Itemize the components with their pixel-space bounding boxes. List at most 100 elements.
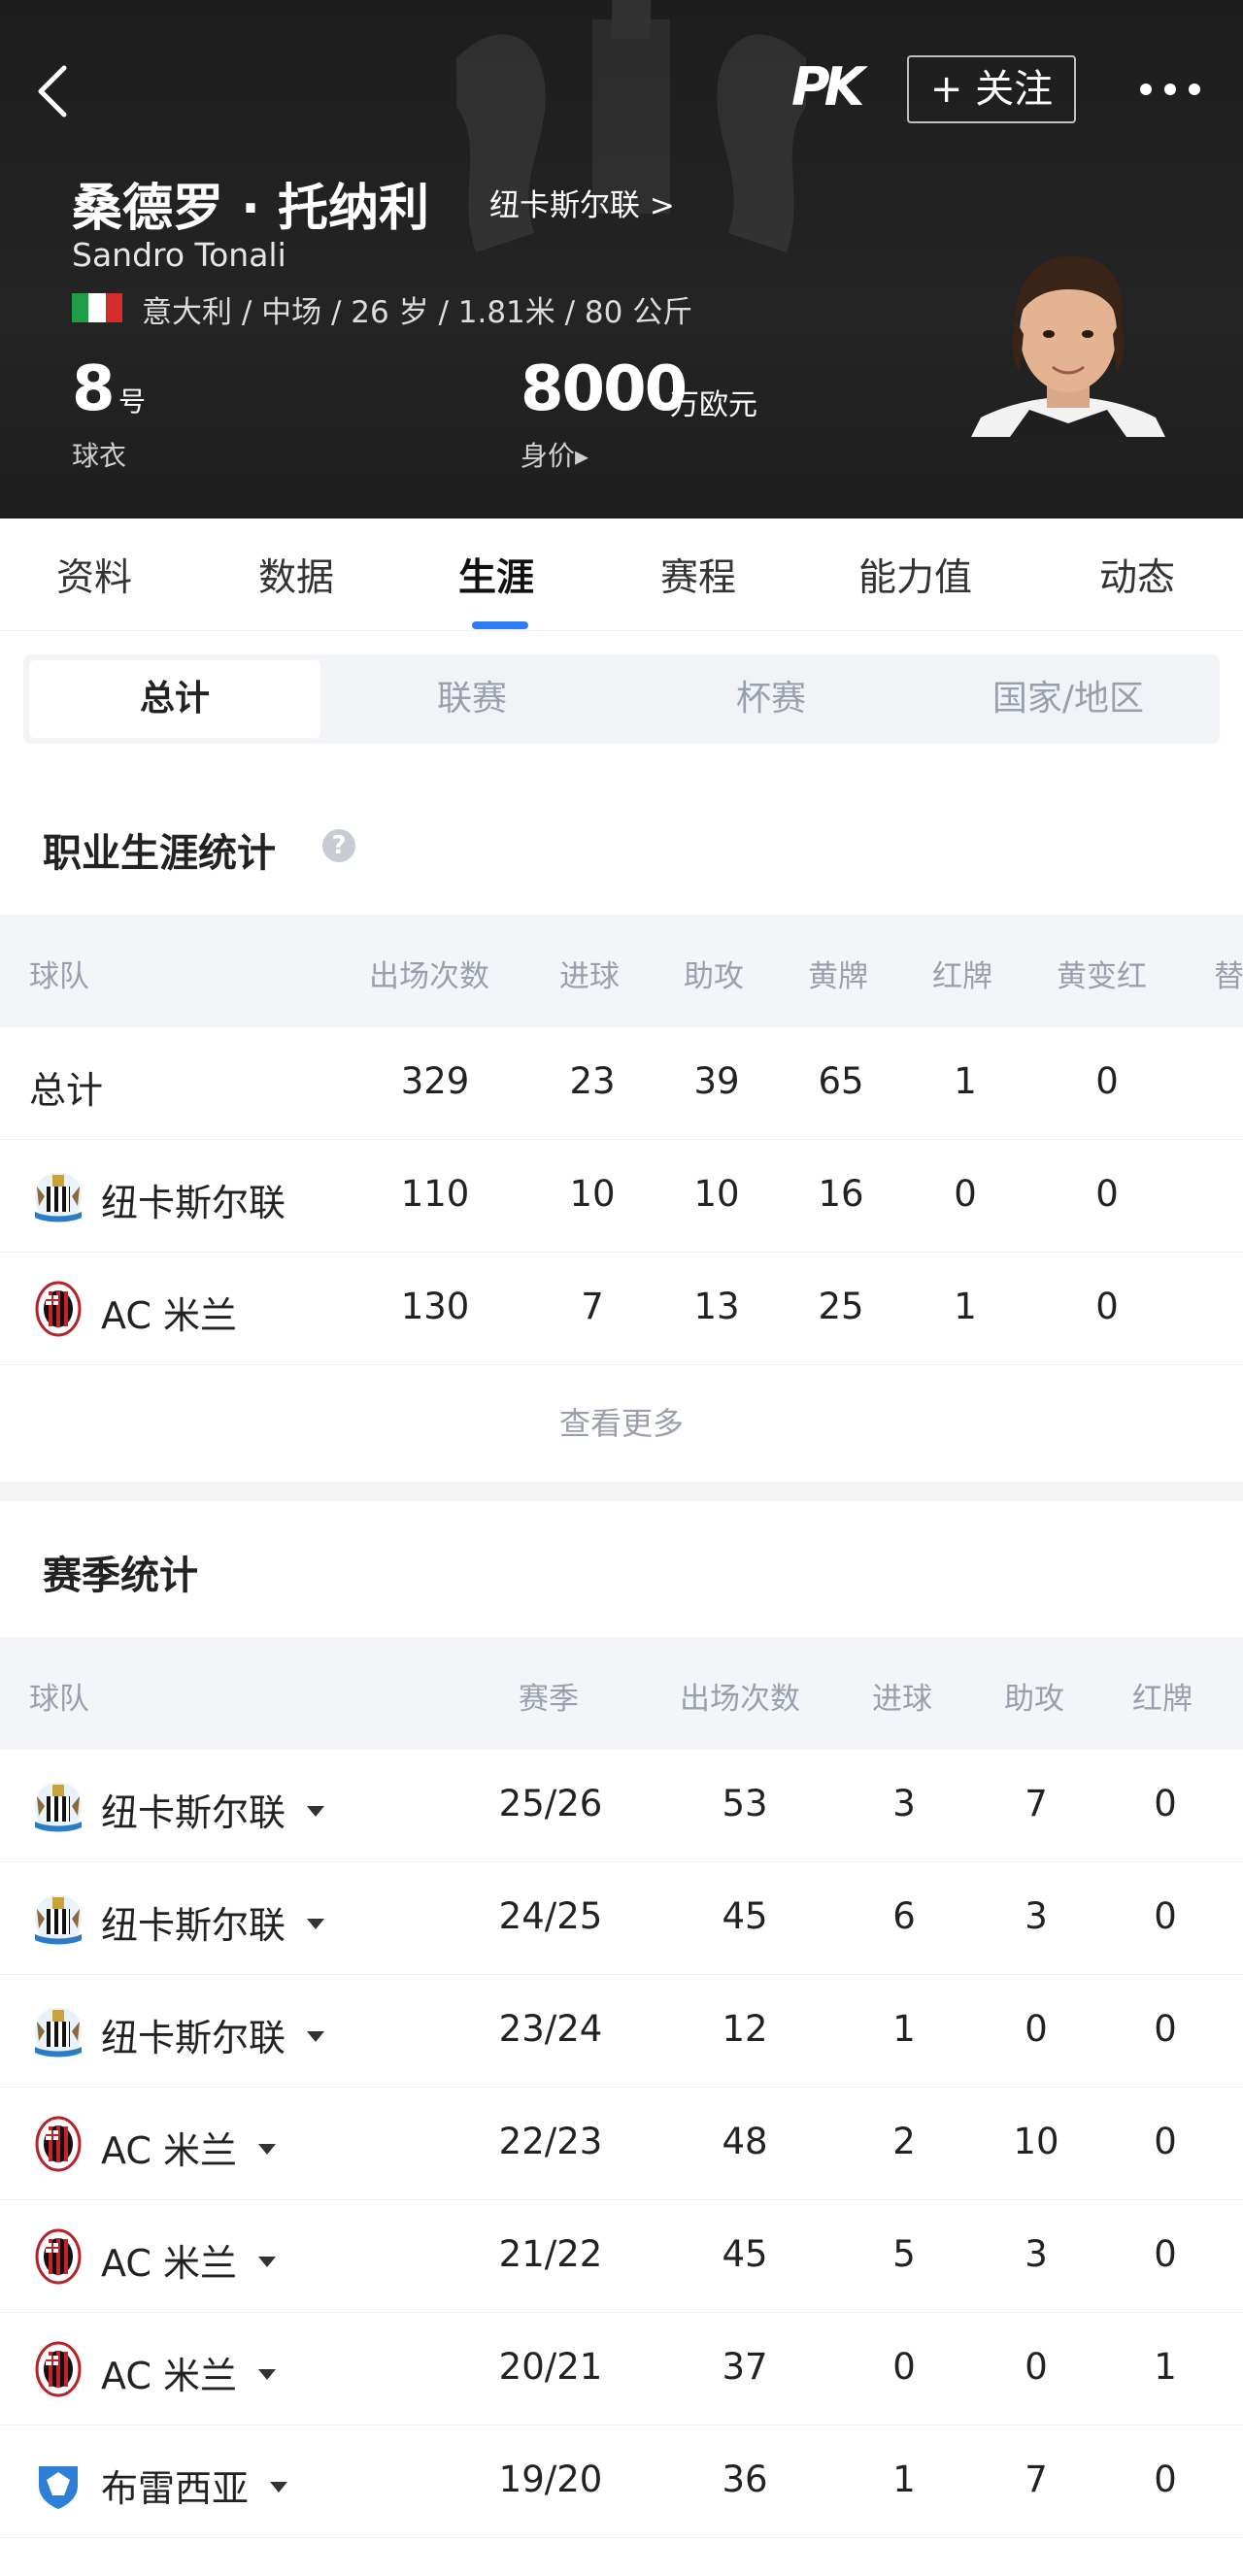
career-row[interactable]: 纽卡斯尔联 110 10 10 16 0 0	[0, 1140, 1243, 1253]
segment-league[interactable]: 联赛	[326, 660, 618, 738]
follow-button[interactable]: + 关注	[907, 55, 1076, 123]
yellow-cards: 25	[818, 1286, 864, 1327]
goals: 3	[892, 1783, 916, 1824]
col-red: 红牌	[932, 959, 992, 994]
apps: 36	[722, 2459, 768, 2500]
ac-milan-crest-icon	[35, 2228, 82, 2285]
jersey-unit: 号	[118, 385, 147, 418]
goals: 6	[892, 1895, 916, 1937]
col-apps: 出场次数	[369, 959, 489, 994]
col-assists: 助攻	[1004, 1682, 1064, 1717]
chevron-down-icon[interactable]	[257, 2369, 276, 2380]
segment-cup[interactable]: 杯赛	[625, 660, 917, 738]
col-second-yellow: 黄变红	[1057, 959, 1147, 994]
career-row[interactable]: AC 米兰 130 7 13 25 1 0	[0, 1253, 1243, 1365]
assists: 3	[1025, 2233, 1048, 2275]
team-name: 布雷西亚	[101, 2459, 288, 2512]
goals: 2	[892, 2121, 916, 2162]
pk-logo: PK	[791, 56, 864, 117]
player-info: 意大利 / 中场 / 26 岁 / 1.81米 / 80 公斤	[142, 295, 693, 330]
back-button[interactable]	[29, 60, 78, 122]
career-stats-title: 职业生涯统计	[43, 831, 276, 876]
team-name: 纽卡斯尔联	[101, 1895, 325, 1949]
player-header: PK + 关注 桑德罗 · 托纳利 纽卡斯尔联 > Sandro Tonali …	[0, 0, 1243, 519]
col-team: 球队	[29, 1682, 89, 1717]
market-value-link[interactable]: 身价▸	[521, 435, 588, 474]
second-yellow: 0	[1095, 1286, 1119, 1327]
season: 22/23	[498, 2121, 603, 2162]
red-cards: 0	[1154, 2121, 1177, 2162]
apps: 45	[722, 2233, 768, 2275]
newcastle-crest-icon	[35, 1173, 82, 1222]
col-goals: 进球	[559, 959, 620, 994]
col-season: 赛季	[519, 1682, 579, 1717]
col-goals: 进球	[872, 1682, 932, 1717]
chevron-down-icon[interactable]	[270, 2482, 288, 2492]
apps: 12	[722, 2008, 768, 2050]
assists: 0	[1025, 2008, 1048, 2050]
player-name-en: Sandro Tonali	[72, 236, 286, 274]
apps: 45	[722, 1895, 768, 1937]
market-value-unit: 万欧元	[670, 388, 757, 422]
help-icon[interactable]: ?	[322, 829, 355, 862]
chevron-down-icon[interactable]	[257, 2257, 276, 2267]
season-row[interactable]: AC 米兰 22/23 48 2 10 0	[0, 2088, 1243, 2200]
tab-career[interactable]: 生涯	[458, 548, 534, 602]
tab-ability[interactable]: 能力值	[858, 548, 972, 602]
season-row[interactable]: AC 米兰 20/21 37 0 0 1	[0, 2313, 1243, 2425]
tab-schedule[interactable]: 赛程	[660, 548, 736, 602]
apps: 329	[400, 1060, 470, 1102]
season: 25/26	[498, 1783, 603, 1824]
red-cards: 1	[954, 1060, 977, 1102]
ac-milan-crest-icon	[35, 2116, 82, 2172]
club-link[interactable]: 纽卡斯尔联 >	[489, 181, 675, 224]
see-more-link[interactable]: 查看更多	[0, 1367, 1243, 1480]
second-yellow: 0	[1095, 1060, 1119, 1102]
chevron-down-icon[interactable]	[307, 2031, 325, 2042]
season-row[interactable]: 纽卡斯尔联 23/24 12 1 0 0	[0, 1975, 1243, 2088]
goals: 5	[892, 2233, 916, 2275]
section-divider	[0, 1482, 1243, 1501]
season-row[interactable]: 纽卡斯尔联 24/25 45 6 3 0	[0, 1862, 1243, 1975]
assists: 39	[693, 1060, 740, 1102]
tab-profile[interactable]: 资料	[56, 548, 132, 602]
assists: 13	[693, 1286, 740, 1327]
red-cards: 0	[1154, 2008, 1177, 2050]
brescia-crest-icon	[39, 2457, 78, 2509]
yellow-cards: 16	[818, 1173, 864, 1215]
red-cards: 1	[954, 1286, 977, 1327]
assists: 7	[1025, 1783, 1048, 1824]
season-row[interactable]: AC 米兰 21/22 45 5 3 0	[0, 2200, 1243, 2313]
stats-scope-segment: 总计 联赛 杯赛 国家/地区	[23, 654, 1220, 744]
more-icon[interactable]	[1136, 70, 1204, 109]
player-photo	[971, 255, 1165, 437]
season-row[interactable]: 布雷西亚 19/20 36 1 7 0	[0, 2425, 1243, 2538]
col-team: 球队	[29, 959, 89, 994]
jersey-label: 球衣	[72, 440, 127, 472]
tab-news[interactable]: 动态	[1099, 548, 1175, 602]
col-red: 红牌	[1132, 1682, 1193, 1717]
team-name: 纽卡斯尔联	[101, 2008, 325, 2061]
chevron-down-icon[interactable]	[307, 1919, 325, 1929]
chevron-down-icon[interactable]	[307, 1806, 325, 1817]
career-row-total[interactable]: 总计 329 23 39 65 1 0	[0, 1027, 1243, 1140]
team-name: AC 米兰	[101, 2346, 276, 2399]
segment-total[interactable]: 总计	[29, 660, 320, 738]
goals: 1	[892, 2008, 916, 2050]
col-apps: 出场次数	[680, 1682, 800, 1717]
chevron-down-icon[interactable]	[257, 2144, 276, 2155]
newcastle-crest-icon	[35, 1783, 82, 1832]
season: 20/21	[498, 2346, 603, 2388]
goals: 23	[569, 1060, 616, 1102]
season-table-header: 球队 赛季 出场次数 进球 助攻 红牌	[0, 1637, 1243, 1750]
career-table-header: 球队 出场次数 进球 助攻 黄牌 红牌 黄变红 替	[0, 915, 1243, 1027]
player-name-cn: 桑德罗 · 托纳利	[72, 180, 429, 238]
goals: 7	[581, 1286, 604, 1327]
tab-stats[interactable]: 数据	[258, 548, 334, 602]
assists: 7	[1025, 2459, 1048, 2500]
yellow-cards: 65	[818, 1060, 864, 1102]
red-cards: 0	[1154, 2459, 1177, 2500]
jersey-number: 8	[72, 353, 116, 425]
season-row[interactable]: 纽卡斯尔联 25/26 53 3 7 0	[0, 1750, 1243, 1862]
segment-national[interactable]: 国家/地区	[923, 660, 1214, 738]
